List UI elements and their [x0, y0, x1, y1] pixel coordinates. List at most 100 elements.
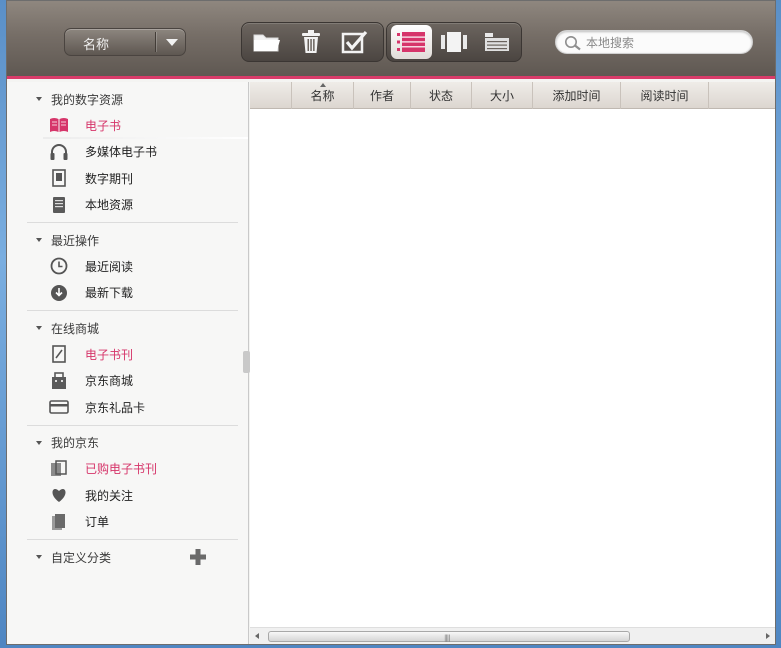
action-button-group — [241, 22, 384, 62]
sidebar-section-online-store: 在线商城 电子书刊 京东商城 京东礼品卡 — [7, 315, 248, 421]
sidebar-item-ebook-store[interactable]: 电子书刊 — [7, 341, 248, 368]
sidebar-item-purchased[interactable]: 已购电子书刊 — [7, 456, 248, 483]
divider — [27, 310, 238, 311]
store-icon — [49, 371, 69, 391]
chevron-down-icon[interactable] — [166, 39, 178, 46]
sidebar-item-label: 我的关注 — [85, 488, 134, 503]
sidebar-item-orders[interactable]: 订单 — [7, 509, 248, 536]
column-header-label: 添加时间 — [552, 89, 601, 103]
section-title: 自定义分类 — [51, 550, 112, 565]
download-icon — [49, 283, 69, 303]
scroll-left-icon[interactable] — [255, 633, 259, 639]
grip-icon: |||| — [444, 634, 451, 642]
local-file-icon — [49, 195, 69, 215]
sidebar-section-header[interactable]: 最近操作 — [7, 227, 248, 253]
sidebar-item-label: 数字期刊 — [85, 171, 134, 186]
list-view-icon — [397, 32, 426, 52]
sidebar-collapse-handle[interactable] — [243, 351, 250, 373]
checkbox-icon — [341, 30, 369, 54]
purchased-icon — [49, 459, 69, 479]
table-header: 名称 作者 状态 大小 添加时间 阅读时间 — [250, 82, 775, 109]
sidebar-section-header[interactable]: 在线商城 — [7, 315, 248, 341]
sidebar-item-label: 本地资源 — [85, 198, 134, 213]
add-category-button[interactable] — [189, 548, 207, 570]
column-header-spacer — [250, 82, 292, 109]
sidebar-section-header[interactable]: 我的京东 — [7, 430, 248, 456]
section-title: 在线商城 — [51, 321, 100, 336]
sidebar-item-label: 京东商城 — [85, 374, 134, 389]
gift-card-icon — [49, 397, 69, 417]
sidebar-item-digital-magazines[interactable]: 数字期刊 — [7, 165, 248, 192]
column-header-size[interactable]: 大小 — [472, 82, 533, 109]
sidebar-item-gift-card[interactable]: 京东礼品卡 — [7, 394, 248, 421]
sidebar-section-header[interactable]: 自定义分类 — [7, 544, 248, 570]
sort-select-label: 名称 — [83, 38, 110, 53]
trash-icon — [300, 30, 322, 54]
horizontal-scrollbar[interactable]: |||| — [250, 627, 775, 644]
sidebar: 我的数字资源 电子书 多媒体电子书 数字期刊 本地资源 最近操作 最近阅读 最新… — [7, 82, 249, 644]
sort-up-icon — [319, 83, 326, 87]
sidebar-item-label: 最近阅读 — [85, 259, 134, 274]
delete-button[interactable] — [290, 25, 332, 59]
collapse-arrow-icon[interactable] — [36, 97, 42, 101]
column-header-author[interactable]: 作者 — [354, 82, 411, 109]
column-header-name[interactable]: 名称 — [292, 82, 354, 109]
sidebar-item-latest-downloads[interactable]: 最新下载 — [7, 280, 248, 307]
column-header-label: 大小 — [489, 89, 514, 103]
column-header-label: 阅读时间 — [640, 89, 689, 103]
app-window: 名称 本地搜索 我的数字资源 电子书 多媒体电子书 数字期刊 本地资源 最近操作… — [6, 0, 776, 645]
order-icon — [49, 512, 69, 532]
search-icon[interactable] — [564, 35, 582, 55]
section-title: 我的京东 — [51, 436, 100, 450]
column-header-read-time[interactable]: 阅读时间 — [621, 82, 709, 109]
divider — [27, 222, 238, 223]
heart-icon — [49, 485, 69, 505]
column-header-label: 状态 — [428, 89, 453, 103]
ebook-store-icon — [49, 344, 69, 364]
open-folder-button[interactable] — [246, 25, 288, 59]
sidebar-item-following[interactable]: 我的关注 — [7, 482, 248, 509]
sidebar-item-ebooks[interactable]: 电子书 — [7, 112, 248, 139]
scrollbar-thumb[interactable]: |||| — [268, 631, 630, 642]
collapse-arrow-icon[interactable] — [36, 440, 42, 445]
toolbar: 名称 — [7, 1, 775, 79]
sort-select-divider — [155, 32, 156, 52]
sidebar-item-multimedia-ebooks[interactable]: 多媒体电子书 — [7, 139, 248, 166]
book-list-panel: 名称 作者 状态 大小 添加时间 阅读时间 |||| — [250, 82, 775, 644]
cover-view-icon — [441, 32, 467, 52]
sidebar-item-label: 京东礼品卡 — [85, 400, 146, 415]
sidebar-item-label: 订单 — [85, 515, 110, 530]
list-view-button[interactable] — [391, 25, 432, 59]
headphones-icon — [49, 142, 69, 162]
sidebar-item-jd-store[interactable]: 京东商城 — [7, 368, 248, 395]
collapse-arrow-icon[interactable] — [36, 238, 42, 242]
shelf-view-icon — [484, 32, 510, 52]
view-button-group — [386, 22, 522, 62]
search-input[interactable] — [586, 34, 746, 52]
column-header-label: 作者 — [369, 89, 394, 103]
section-title: 最近操作 — [51, 233, 100, 248]
select-button[interactable] — [334, 25, 376, 59]
sidebar-item-label: 已购电子书刊 — [85, 462, 158, 477]
shelf-view-button[interactable] — [476, 25, 517, 59]
divider — [27, 424, 238, 426]
collapse-arrow-icon[interactable] — [36, 326, 42, 330]
magazine-icon — [49, 168, 69, 188]
sidebar-section-header[interactable]: 我的数字资源 — [7, 86, 248, 112]
section-title: 我的数字资源 — [51, 92, 124, 107]
sidebar-item-recent-reading[interactable]: 最近阅读 — [7, 253, 248, 280]
collapse-arrow-icon[interactable] — [36, 555, 42, 559]
sidebar-item-label: 多媒体电子书 — [85, 145, 158, 160]
column-header-added-time[interactable]: 添加时间 — [533, 82, 621, 109]
column-header-label: 名称 — [310, 89, 335, 103]
sidebar-item-label: 电子书刊 — [85, 347, 134, 362]
sidebar-item-local-resources[interactable]: 本地资源 — [7, 192, 248, 219]
divider — [27, 539, 238, 540]
sidebar-section-custom-categories: 自定义分类 — [7, 544, 248, 570]
cover-view-button[interactable] — [434, 25, 475, 59]
scroll-right-icon[interactable] — [766, 633, 770, 639]
sidebar-section-digital-resources: 我的数字资源 电子书 多媒体电子书 数字期刊 本地资源 — [7, 86, 248, 218]
column-header-status[interactable]: 状态 — [411, 82, 472, 109]
clock-icon — [49, 256, 69, 276]
sort-select[interactable]: 名称 — [64, 28, 186, 56]
